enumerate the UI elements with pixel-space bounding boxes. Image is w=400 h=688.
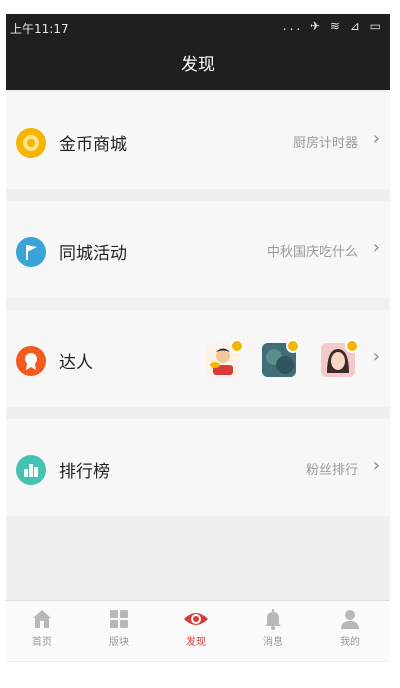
chevron-right-icon: › (372, 128, 380, 149)
list-item-label: 达人 (59, 353, 93, 373)
flag-icon (16, 237, 46, 267)
list-item-gold-mall[interactable]: 金币商城 厨房计时器 › (6, 92, 390, 189)
page-title: 发现 (6, 40, 390, 90)
tab-label: 版块 (109, 637, 129, 648)
avatar[interactable] (321, 339, 359, 377)
list-item-subtext: 厨房计时器 (292, 136, 358, 151)
badge-dot (345, 339, 359, 353)
tab-home[interactable]: 首页 (12, 605, 72, 648)
tab-me[interactable]: 我的 (320, 605, 380, 648)
list-item-label: 同城活动 (59, 244, 127, 264)
list-item-subtext: 中秋国庆吃什么 (266, 245, 358, 260)
home-icon (12, 605, 72, 633)
badge-dot (286, 339, 300, 353)
phone-screen: 上午11:17 ... ✈ ≋ ⊿ ▭ 发现 金币商城 厨房计时器 › 同城活动… (6, 14, 390, 674)
bell-icon (243, 605, 303, 633)
list-item-subtext: 粉丝排行 (305, 463, 358, 478)
list-item-experts[interactable]: 达人 › (6, 310, 390, 407)
list-item-label: 排行榜 (59, 462, 110, 482)
list-item-leaderboard[interactable]: 排行榜 粉丝排行 › (6, 419, 390, 516)
status-bar: 上午11:17 ... ✈ ≋ ⊿ ▭ (6, 14, 390, 40)
chevron-right-icon: › (372, 455, 380, 476)
medal-icon (16, 346, 46, 376)
avatar[interactable] (262, 339, 300, 377)
tab-label: 消息 (263, 637, 283, 648)
chevron-right-icon: › (372, 237, 380, 258)
tab-discover[interactable]: 发现 (166, 605, 226, 648)
bottom-tab-bar: 首页 版块 发现 消息 我的 (6, 600, 390, 661)
eye-icon (166, 605, 226, 633)
status-icons: ... ✈ ≋ ⊿ ▭ (282, 19, 384, 33)
badge-dot (230, 339, 244, 353)
bottom-strip (6, 662, 390, 674)
bar-chart-icon (16, 455, 46, 485)
grid-icon (89, 605, 149, 633)
list-item-label: 金币商城 (59, 135, 127, 155)
chevron-right-icon: › (372, 346, 380, 367)
list-item-local-events[interactable]: 同城活动 中秋国庆吃什么 › (6, 201, 390, 298)
user-icon (320, 605, 380, 633)
tab-label: 首页 (32, 637, 52, 648)
tab-sections[interactable]: 版块 (89, 605, 149, 648)
coin-icon (16, 128, 46, 158)
status-time: 上午11:17 (10, 22, 69, 36)
avatar[interactable] (206, 339, 244, 377)
tab-messages[interactable]: 消息 (243, 605, 303, 648)
tab-label: 我的 (340, 637, 360, 648)
tab-label: 发现 (186, 637, 206, 648)
